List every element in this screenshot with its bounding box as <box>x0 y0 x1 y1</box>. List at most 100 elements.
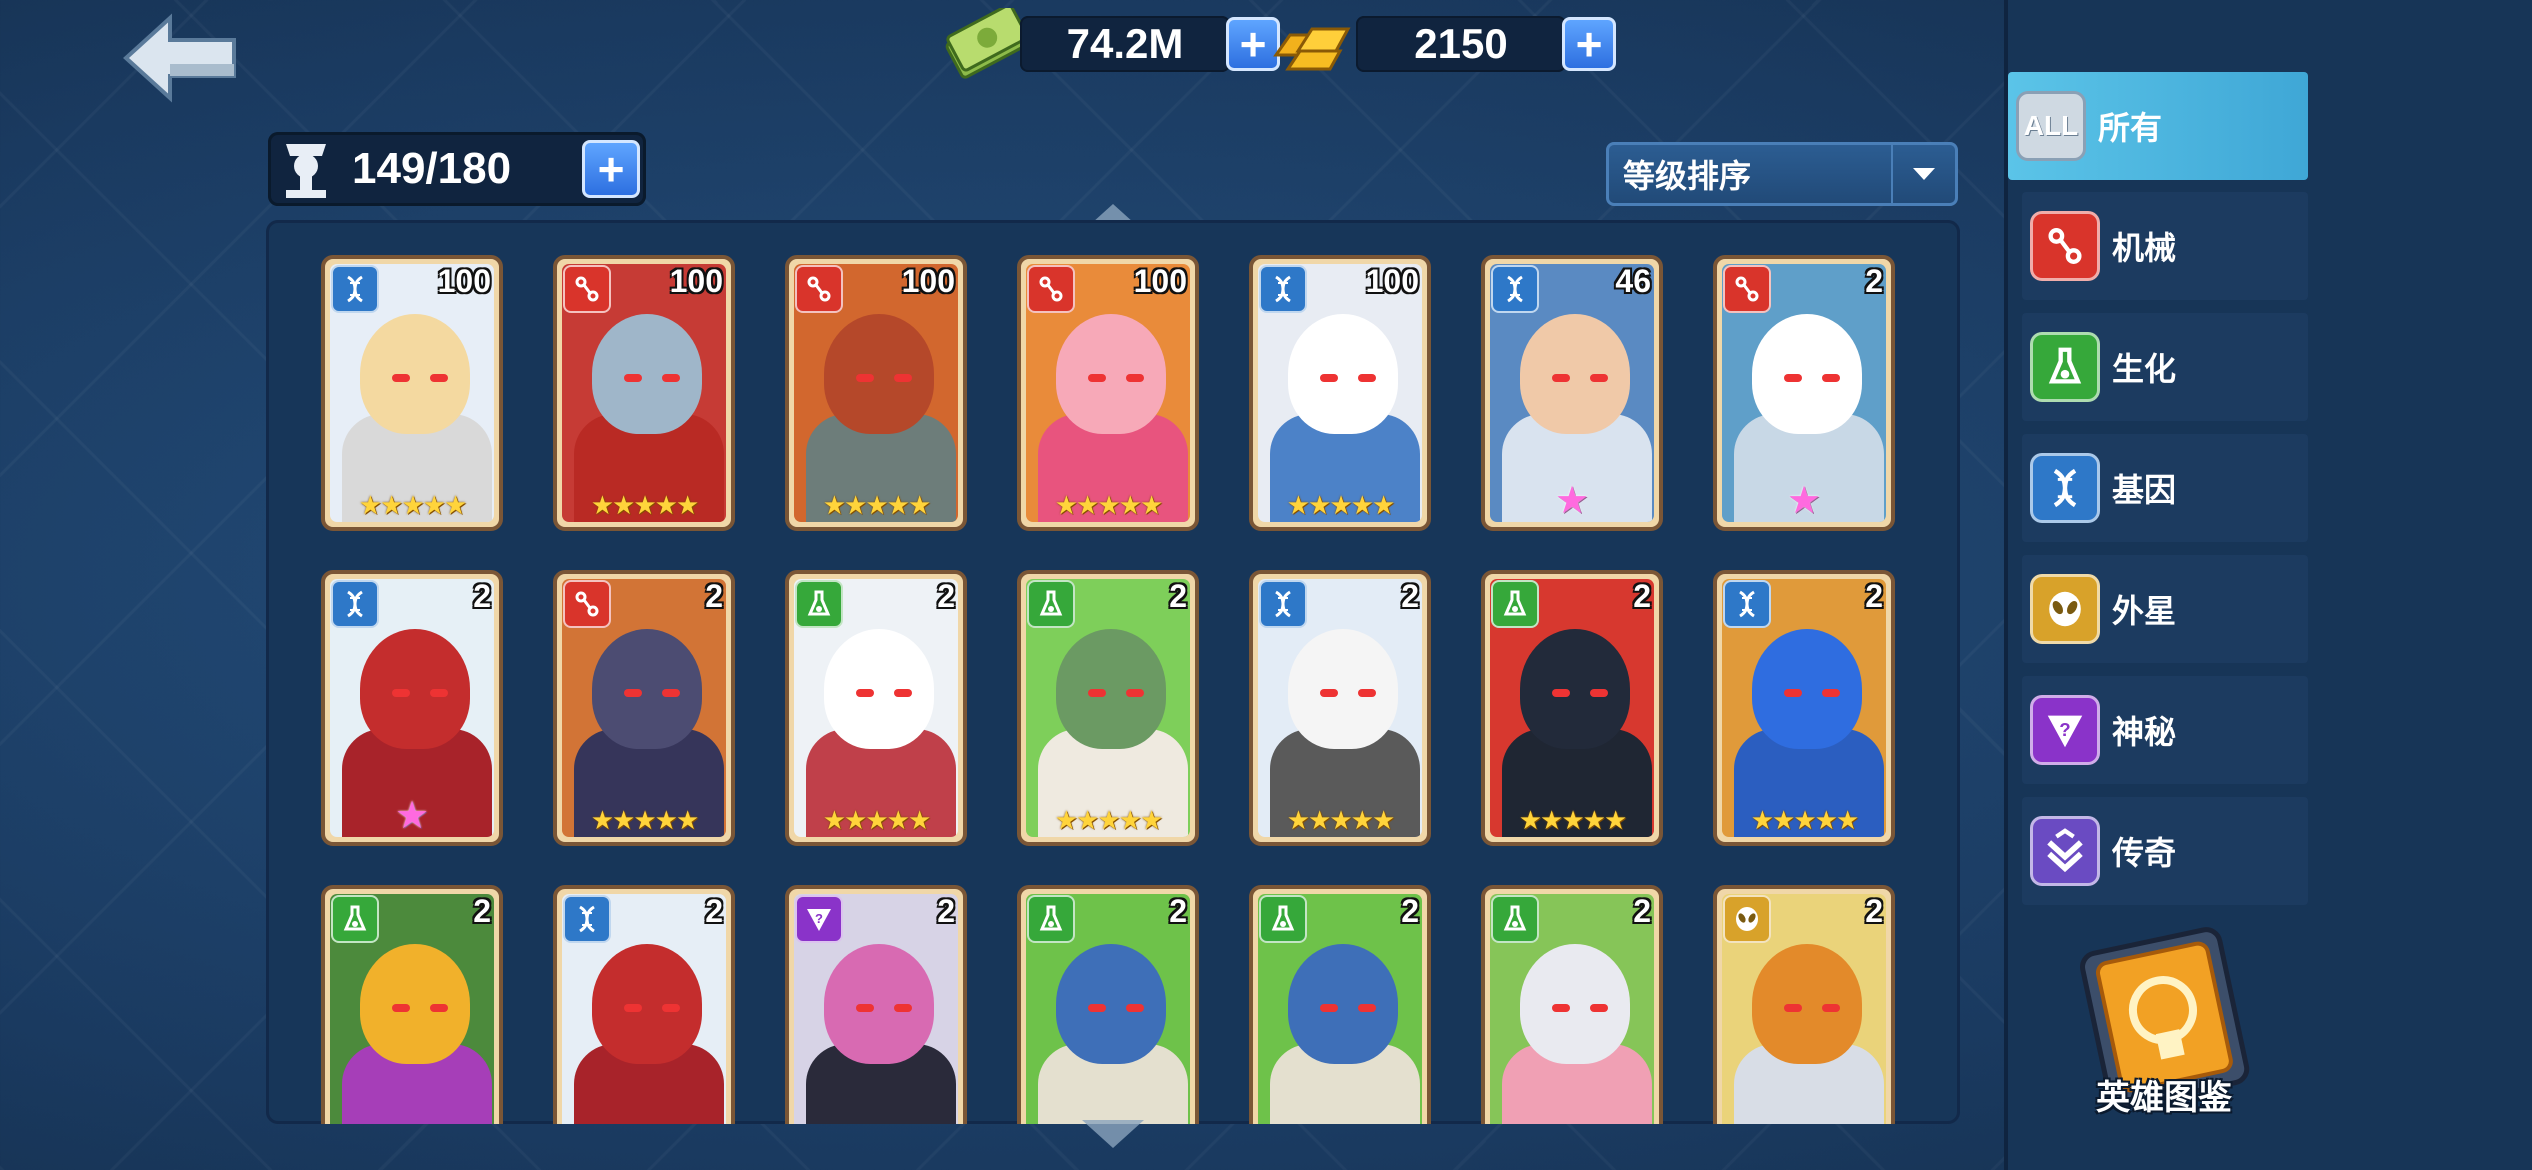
gene-faction-icon <box>1259 265 1307 313</box>
hero-capacity-icon <box>286 144 326 198</box>
hero-stars: ★★★★★ <box>358 490 468 520</box>
gene-faction-icon <box>1259 580 1307 628</box>
legend-icon <box>2030 816 2100 886</box>
hero-card[interactable]: 2 ★★★★★ <box>553 570 735 846</box>
hero-card[interactable]: 2 ★ <box>321 570 503 846</box>
flask-icon <box>2030 332 2100 402</box>
hero-card[interactable]: 46 ★ <box>1481 255 1663 531</box>
hero-level: 2 <box>937 578 955 614</box>
hero-level: 2 <box>1865 578 1883 614</box>
hero-card[interactable]: 100 ★★★★★ <box>321 255 503 531</box>
sidebar-item-label: 传奇 <box>2112 835 2177 871</box>
hero-level: 2 <box>1865 263 1883 299</box>
hero-grid: 100 ★★★★★ 100 ★★★★★ 100 ★★★★★ 100 ★★★★★ 100 ★★★★★… <box>266 220 1960 1124</box>
add-gold-button[interactable]: + <box>1562 17 1616 71</box>
cash-counter: 74.2M + <box>944 8 1280 79</box>
hero-card[interactable]: 100 ★★★★★ <box>1249 255 1431 531</box>
hero-level: 2 <box>1865 893 1883 929</box>
hero-level: 2 <box>1169 893 1187 929</box>
hero-card[interactable]: 2 <box>321 885 503 1124</box>
hero-card[interactable]: 2 ★★★★★ <box>1713 570 1895 846</box>
hero-stars: ★★★★★ <box>1518 805 1628 835</box>
hero-stars: ★★★★★ <box>590 490 700 520</box>
hero-level: 100 <box>1365 263 1419 299</box>
hero-card[interactable]: ? 2 <box>785 885 967 1124</box>
sidebar-item-bio[interactable]: 生化 <box>2022 313 2308 421</box>
hero-stars: ★★★★★ <box>822 805 932 835</box>
hero-card[interactable]: 2 ★★★★★ <box>1017 570 1199 846</box>
alien-icon <box>2030 574 2100 644</box>
hero-capacity: 149/180 + <box>268 132 646 206</box>
sidebar-item-gene[interactable]: 基因 <box>2022 434 2308 542</box>
hero-level: 2 <box>1633 893 1651 929</box>
bio-faction-icon <box>795 580 843 628</box>
hero-codex-button[interactable]: 英雄图鉴 <box>2054 920 2274 1160</box>
mystery-icon: ? <box>2030 695 2100 765</box>
hero-card[interactable]: 2 ★★★★★ <box>785 570 967 846</box>
hero-level: 100 <box>901 263 955 299</box>
hero-level: 2 <box>937 893 955 929</box>
hero-card[interactable]: 2 ★★★★★ <box>1249 570 1431 846</box>
bio-faction-icon <box>1491 895 1539 943</box>
back-arrow-icon <box>123 13 236 103</box>
scroll-down-icon[interactable] <box>1080 1118 1146 1157</box>
gene-faction-icon <box>1491 265 1539 313</box>
hero-card[interactable]: 2 <box>1249 885 1431 1124</box>
gene-faction-icon <box>331 580 379 628</box>
hero-card[interactable]: 100 ★★★★★ <box>553 255 735 531</box>
hero-card[interactable]: 100 ★★★★★ <box>1017 255 1199 531</box>
hero-level: 2 <box>1169 578 1187 614</box>
sidebar-item-label: 所有 <box>2098 110 2163 146</box>
hero-card[interactable]: 2 <box>1481 885 1663 1124</box>
mechanic-faction-icon <box>563 580 611 628</box>
sidebar-item-all[interactable]: ALL 所有 <box>2008 72 2308 180</box>
sidebar-item-mystery[interactable]: ? 神秘 <box>2022 676 2308 784</box>
hero-level: 100 <box>1133 263 1187 299</box>
hero-level: 100 <box>437 263 491 299</box>
bio-faction-icon <box>331 895 379 943</box>
hero-card[interactable]: 2 <box>553 885 735 1124</box>
sidebar-item-label: 机械 <box>2112 230 2177 266</box>
hero-stars: ★★★★★ <box>1750 805 1860 835</box>
mechanic-faction-icon <box>795 265 843 313</box>
hero-level: 2 <box>1633 578 1651 614</box>
hero-stars: ★ <box>1554 480 1590 522</box>
sidebar-item-alien[interactable]: 外星 <box>2022 555 2308 663</box>
hero-level: 2 <box>705 893 723 929</box>
bio-faction-icon <box>1027 580 1075 628</box>
hero-card[interactable]: 100 ★★★★★ <box>785 255 967 531</box>
alien-faction-icon <box>1723 895 1771 943</box>
gold-counter: 2150 + <box>1270 14 1616 74</box>
mechanic-faction-icon <box>1027 265 1075 313</box>
hero-stars: ★★★★★ <box>1286 805 1396 835</box>
mystery-faction-icon: ? <box>795 895 843 943</box>
cash-value: 74.2M <box>1020 16 1230 72</box>
hero-level: 2 <box>1401 893 1419 929</box>
hero-level: 2 <box>1401 578 1419 614</box>
bio-faction-icon <box>1259 895 1307 943</box>
faction-sidebar: 英雄图鉴 ALL 所有机械生化基因外星 ? 神秘传奇 <box>2004 0 2532 1170</box>
back-button[interactable] <box>122 12 242 104</box>
sidebar-item-mechanic[interactable]: 机械 <box>2022 192 2308 300</box>
expand-capacity-button[interactable]: + <box>582 140 640 198</box>
sidebar-item-legend[interactable]: 传奇 <box>2022 797 2308 905</box>
hero-level: 100 <box>669 263 723 299</box>
sort-dropdown[interactable]: 等级排序 <box>1606 142 1958 206</box>
hero-card[interactable]: 2 <box>1017 885 1199 1124</box>
hero-card[interactable]: 2 ★ <box>1713 255 1895 531</box>
svg-text:?: ? <box>2059 719 2070 740</box>
mechanic-faction-icon <box>1723 265 1771 313</box>
hero-stars: ★★★★★ <box>822 490 932 520</box>
gold-bar-icon <box>1273 27 1351 71</box>
hero-stars: ★★★★★ <box>1054 805 1164 835</box>
gene-faction-icon <box>563 895 611 943</box>
gene-faction-icon <box>1723 580 1771 628</box>
hero-level: 2 <box>705 578 723 614</box>
cash-icon <box>945 8 1028 79</box>
hero-stars: ★ <box>394 795 430 837</box>
hero-card[interactable]: 2 <box>1713 885 1895 1124</box>
hero-stars: ★★★★★ <box>590 805 700 835</box>
hero-card[interactable]: 2 ★★★★★ <box>1481 570 1663 846</box>
sidebar-item-label: 外星 <box>2112 593 2177 629</box>
dna-icon <box>2030 453 2100 523</box>
